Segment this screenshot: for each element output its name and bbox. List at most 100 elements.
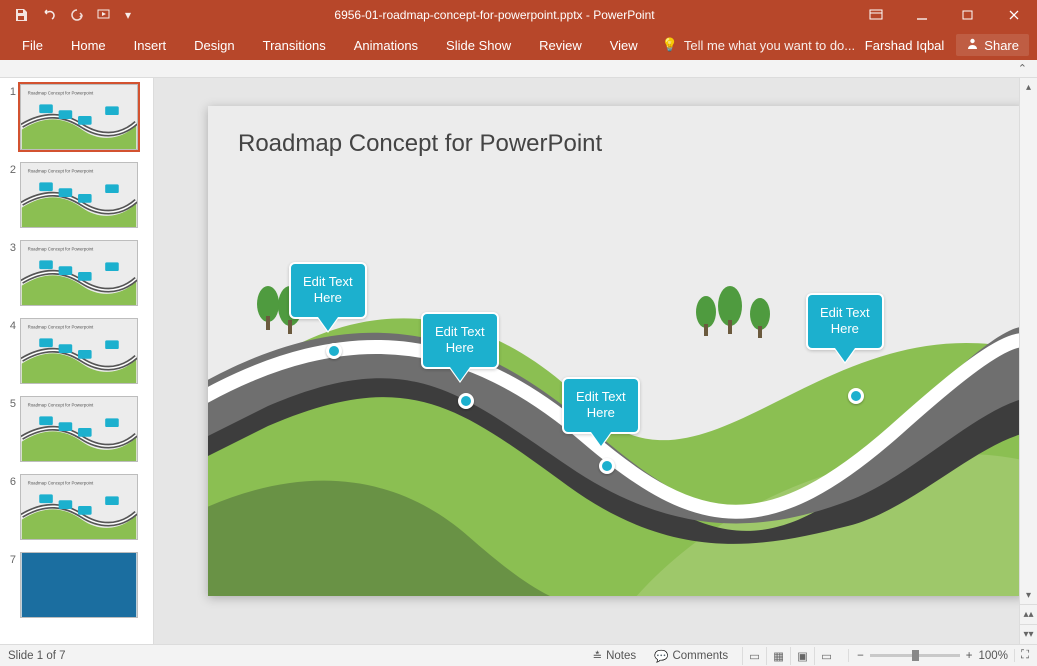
thumbnail-slide-3[interactable]: 3 Roadmap Concept for Powerpoint [0, 234, 153, 312]
zoom-in-button[interactable]: + [966, 650, 973, 662]
slide-thumbnails-panel[interactable]: 1Roadmap Concept for Powerpoint2Roadmap … [0, 78, 154, 644]
slide-sorter-icon[interactable]: ▦ [766, 647, 790, 665]
tab-label: Insert [134, 38, 167, 53]
close-button[interactable] [991, 0, 1037, 30]
thumbnail-preview[interactable]: Roadmap Concept for Powerpoint [20, 240, 138, 306]
previous-slide-icon[interactable]: ▴▴ [1020, 604, 1037, 624]
thumbnail-number: 7 [4, 552, 16, 618]
tab-transitions[interactable]: Transitions [249, 30, 340, 60]
thumbnail-slide-7[interactable]: 7 [0, 546, 153, 624]
collapse-ribbon-icon[interactable]: ⌃ [1018, 62, 1027, 75]
svg-text:Roadmap Concept for Powerpoint: Roadmap Concept for Powerpoint [28, 91, 94, 96]
file-tab-label: File [22, 38, 43, 53]
start-from-beginning-icon[interactable] [92, 2, 118, 28]
slideshow-view-icon[interactable]: ▭ [814, 647, 838, 665]
callout-text[interactable]: Edit Text Here [562, 377, 640, 434]
ribbon-display-options-icon[interactable] [853, 0, 899, 30]
callout-1[interactable]: Edit Text Here [289, 262, 367, 319]
tab-label: View [610, 38, 638, 53]
thumbnail-slide-6[interactable]: 6Roadmap Concept for Powerpoint [0, 468, 153, 546]
thumbnail-preview[interactable]: Roadmap Concept for Powerpoint [20, 318, 138, 384]
tab-review[interactable]: Review [525, 30, 596, 60]
tab-animations[interactable]: Animations [340, 30, 432, 60]
status-bar: Slide 1 of 7 ≛ Notes 💬 Comments ▭ ▦ ▣ ▭ − … [0, 644, 1037, 666]
callout-2[interactable]: Edit Text Here [421, 312, 499, 369]
tab-label: Transitions [263, 38, 326, 53]
callout-4[interactable]: Edit Text Here [806, 293, 884, 350]
thumbnail-number: 1 [4, 84, 16, 150]
notes-icon: ≛ [592, 649, 602, 663]
thumbnail-number: 3 [4, 240, 16, 306]
next-slide-icon[interactable]: ▾▾ [1020, 624, 1037, 644]
callout-text[interactable]: Edit Text Here [806, 293, 884, 350]
maximize-button[interactable] [945, 0, 991, 30]
workspace: 1Roadmap Concept for Powerpoint2Roadmap … [0, 78, 1037, 644]
zoom-slider[interactable] [870, 654, 960, 657]
road-marker-3[interactable] [599, 458, 615, 474]
zoom-out-button[interactable]: − [857, 650, 864, 662]
lightbulb-icon: 💡 [662, 37, 678, 53]
signed-in-user[interactable]: Farshad Iqbal [865, 38, 945, 53]
save-icon[interactable] [8, 2, 34, 28]
thumbnail-slide-2[interactable]: 2Roadmap Concept for Powerpoint [0, 156, 153, 234]
callout-tail-icon [591, 432, 611, 446]
thumbnail-preview[interactable] [20, 552, 138, 618]
comments-button[interactable]: 💬 Comments [650, 649, 732, 663]
window-controls [853, 0, 1037, 30]
tab-slideshow[interactable]: Slide Show [432, 30, 525, 60]
tab-view[interactable]: View [596, 30, 652, 60]
ribbon-tabs: File Home Insert Design Transitions Anim… [0, 30, 1037, 60]
share-icon [966, 37, 979, 53]
scroll-down-icon[interactable]: ▾ [1020, 586, 1037, 604]
reading-view-icon[interactable]: ▣ [790, 647, 814, 665]
minimize-button[interactable] [899, 0, 945, 30]
callout-text[interactable]: Edit Text Here [289, 262, 367, 319]
qat-customize-icon[interactable]: ▾ [120, 2, 136, 28]
tab-label: Home [71, 38, 106, 53]
thumbnail-slide-5[interactable]: 5Roadmap Concept for Powerpoint [0, 390, 153, 468]
road-marker-2[interactable] [458, 393, 474, 409]
normal-view-icon[interactable]: ▭ [742, 647, 766, 665]
window-title: 6956-01-roadmap-concept-for-powerpoint.p… [136, 8, 853, 22]
tab-label: Review [539, 38, 582, 53]
thumbnail-preview[interactable]: Roadmap Concept for Powerpoint [20, 84, 138, 150]
thumbnail-preview[interactable]: Roadmap Concept for Powerpoint [20, 396, 138, 462]
tab-design[interactable]: Design [180, 30, 248, 60]
tab-home[interactable]: Home [57, 30, 120, 60]
thumbnail-number: 5 [4, 396, 16, 462]
fit-to-window-icon[interactable]: ⛶ [1014, 649, 1029, 662]
undo-icon[interactable] [36, 2, 62, 28]
scroll-up-icon[interactable]: ▴ [1020, 78, 1037, 96]
callout-text[interactable]: Edit Text Here [421, 312, 499, 369]
road-marker-1[interactable] [326, 343, 342, 359]
callout-3[interactable]: Edit Text Here [562, 377, 640, 434]
title-bar: ▾ 6956-01-roadmap-concept-for-powerpoint… [0, 0, 1037, 30]
comments-icon: 💬 [654, 649, 668, 663]
vertical-scrollbar[interactable]: ▴ ▾ ▴▴ ▾▾ [1019, 78, 1037, 644]
ribbon-collapse-row: ⌃ [0, 60, 1037, 78]
document-name: 6956-01-roadmap-concept-for-powerpoint.p… [334, 8, 582, 22]
view-mode-buttons: ▭ ▦ ▣ ▭ [742, 647, 838, 665]
slide-editor: Roadmap Concept for PowerPoint [154, 78, 1037, 644]
slide-canvas[interactable]: Roadmap Concept for PowerPoint [208, 106, 1024, 596]
comments-label: Comments [672, 650, 728, 662]
thumbnail-preview[interactable]: Roadmap Concept for Powerpoint [20, 162, 138, 228]
app-name-suffix: - PowerPoint [583, 8, 655, 22]
notes-label: Notes [606, 650, 636, 662]
slide-counter[interactable]: Slide 1 of 7 [8, 650, 66, 662]
thumbnail-number: 2 [4, 162, 16, 228]
tab-insert[interactable]: Insert [120, 30, 181, 60]
notes-button[interactable]: ≛ Notes [588, 649, 640, 663]
zoom-control: − + 100% ⛶ [848, 649, 1029, 662]
tell-me-search[interactable]: 💡 Tell me what you want to do... [662, 37, 855, 53]
thumbnail-slide-4[interactable]: 4Roadmap Concept for Powerpoint [0, 312, 153, 390]
share-button[interactable]: Share [956, 34, 1029, 56]
redo-icon[interactable] [64, 2, 90, 28]
thumbnail-preview[interactable]: Roadmap Concept for Powerpoint [20, 474, 138, 540]
road-marker-4[interactable] [848, 388, 864, 404]
tell-me-placeholder: Tell me what you want to do... [684, 38, 855, 53]
svg-text:Roadmap Concept for Powerpoint: Roadmap Concept for Powerpoint [28, 247, 94, 252]
zoom-percent[interactable]: 100% [979, 650, 1008, 662]
thumbnail-slide-1[interactable]: 1 Roadmap Concept for Powerpoint [0, 78, 153, 156]
file-tab[interactable]: File [8, 30, 57, 60]
